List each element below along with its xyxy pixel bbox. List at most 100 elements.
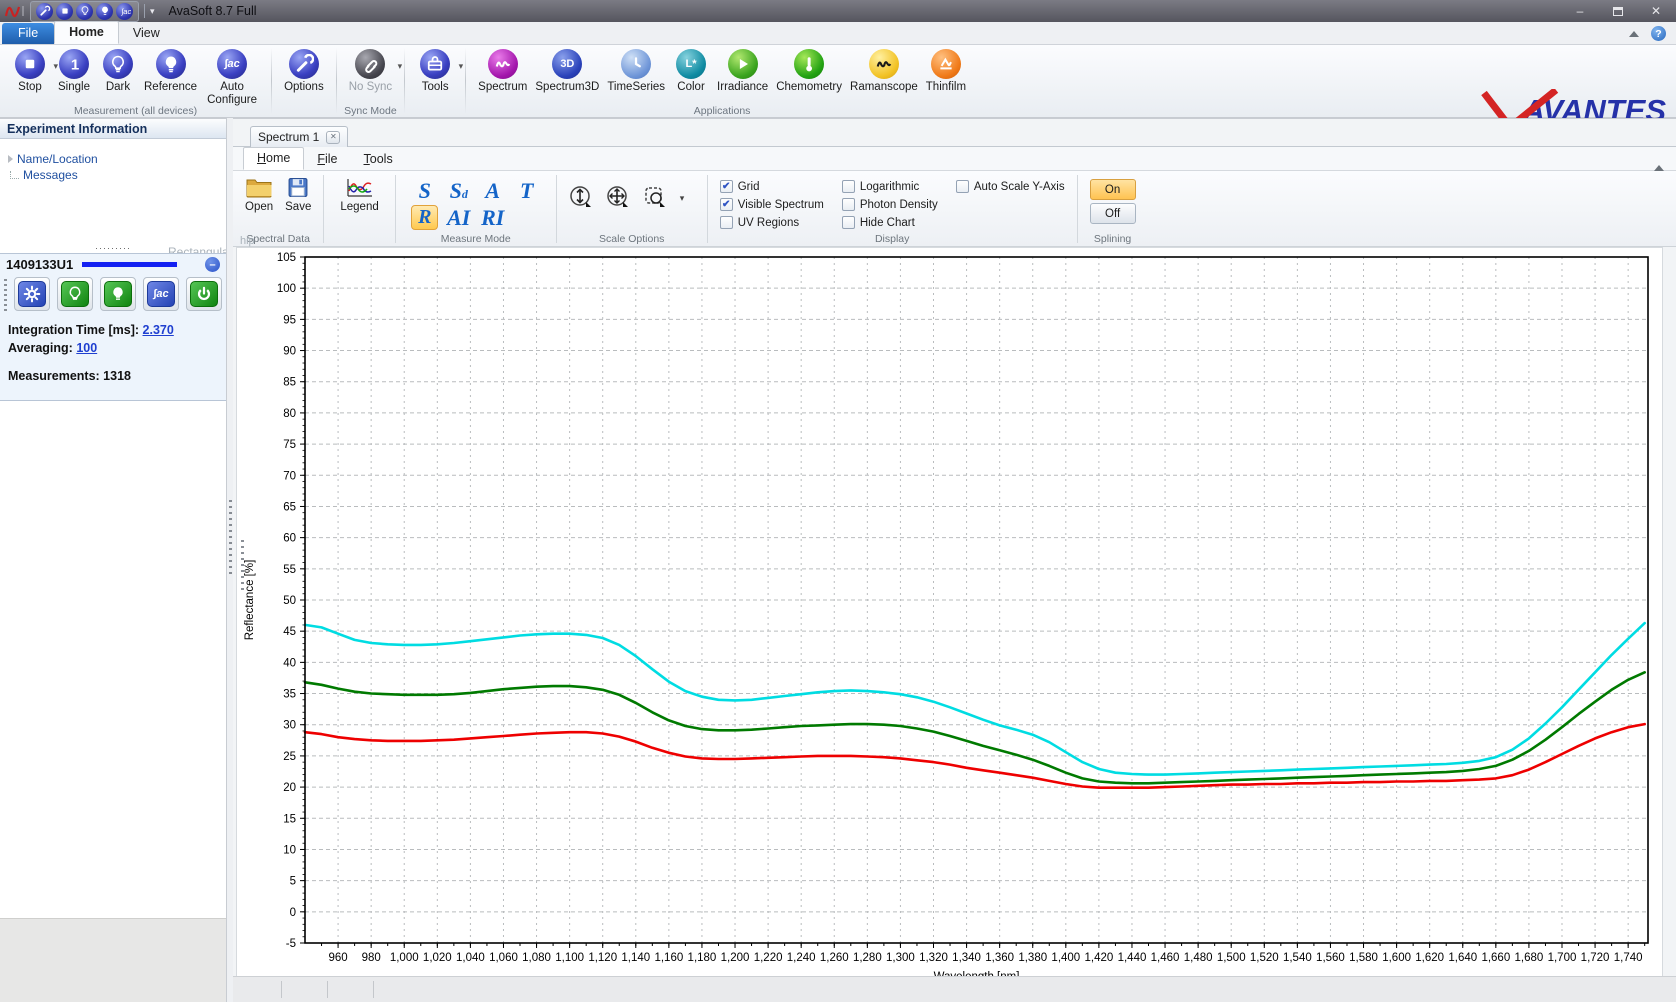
integration-time-value[interactable]: 2.370 (143, 323, 174, 337)
spectrum-button[interactable]: Spectrum (474, 48, 531, 95)
device-toolbar-grip[interactable] (4, 279, 7, 313)
tab-file[interactable]: File (2, 23, 54, 44)
stop-icon[interactable] (56, 3, 73, 20)
single-button[interactable]: 1 Single (52, 48, 96, 95)
checkbox-box[interactable] (842, 216, 855, 229)
collapse-toolbar-icon[interactable] (1654, 151, 1664, 171)
auto-configure-button[interactable]: ∫ac Auto Configure (201, 48, 263, 108)
splining-off-button[interactable]: Off (1090, 203, 1136, 224)
display-checkbox-column-1: ✔Grid ✔Visible Spectrum UV Regions (720, 180, 824, 229)
svg-text:1,360: 1,360 (985, 952, 1014, 964)
zoom-vertical-icon[interactable] (569, 185, 593, 212)
checkbox-box[interactable] (842, 180, 855, 193)
dark-button[interactable]: Dark (96, 48, 140, 95)
chemometry-button[interactable]: Chemometry (772, 48, 846, 95)
options-button[interactable]: Options (280, 48, 328, 95)
svg-text:1: 1 (71, 57, 79, 74)
measure-mode-s[interactable]: S (416, 180, 434, 202)
device-reference-button[interactable] (100, 277, 136, 311)
doc-tab-tools[interactable]: Tools (351, 149, 406, 170)
svg-text:45: 45 (283, 626, 296, 638)
thinfilm-button[interactable]: Thinfilm (922, 48, 970, 95)
svg-text:70: 70 (283, 470, 296, 482)
dark-bulb-icon[interactable] (76, 3, 93, 20)
tree-item-name-location[interactable]: Name/Location (6, 151, 220, 167)
group-label-measurement: Measurement (all devices) (0, 105, 271, 117)
close-tab-icon[interactable]: ✕ (326, 131, 340, 144)
checkbox-label: Hide Chart (860, 217, 915, 229)
tab-home[interactable]: Home (54, 21, 119, 44)
zoom-region-icon[interactable] (643, 185, 667, 212)
wrench-icon[interactable] (36, 3, 53, 20)
legend-button[interactable]: Legend (340, 177, 378, 213)
tools-button[interactable]: Tools ▾ (413, 48, 457, 95)
checkbox-box[interactable] (842, 198, 855, 211)
zoom-all-directions-icon[interactable] (606, 185, 630, 212)
device-auto-configure-button[interactable]: ∫ac (143, 277, 179, 311)
no-sync-button[interactable]: No Sync ▾ (345, 48, 396, 95)
color-button[interactable]: L* Color (669, 48, 713, 95)
tab-view[interactable]: View (119, 23, 174, 44)
device-power-button[interactable] (186, 277, 222, 311)
scale-dropdown-icon[interactable]: ▾ (680, 193, 685, 204)
checkbox-box[interactable]: ✔ (720, 180, 733, 193)
collapse-device-panel-button[interactable]: – (205, 257, 220, 272)
ramanscope-button[interactable]: Ramanscope (846, 48, 922, 95)
chemometry-label: Chemometry (776, 81, 842, 94)
measure-mode-ai[interactable]: AI (444, 207, 473, 229)
svg-text:1,380: 1,380 (1018, 952, 1047, 964)
measure-mode-a[interactable]: A (482, 180, 503, 202)
spectrum3d-button[interactable]: 3D Spectrum3D (531, 48, 603, 95)
device-dark-button[interactable] (57, 277, 93, 311)
checkbox-grid[interactable]: ✔Grid (720, 180, 824, 193)
tree-item-messages[interactable]: Messages (6, 167, 220, 183)
tools-dropdown-icon[interactable]: ▾ (459, 61, 464, 71)
checkbox-photon-density[interactable]: Photon Density (842, 198, 938, 211)
sync-dropdown-icon[interactable]: ▾ (398, 61, 403, 71)
auto-configure-icon[interactable]: ∫ac (116, 3, 133, 20)
device-settings-button[interactable] (14, 277, 50, 311)
chart-splitter-grip[interactable] (241, 540, 244, 592)
help-icon[interactable]: ? (1651, 26, 1666, 41)
open-button[interactable]: Open (245, 177, 273, 213)
spectrum-chart[interactable]: 9609801,0001,0201,0401,0601,0801,1001,12… (237, 248, 1662, 976)
checkbox-logarithmic[interactable]: Logarithmic (842, 180, 938, 193)
close-button[interactable]: ✕ (1640, 2, 1672, 20)
tree-expander-icon[interactable] (8, 155, 13, 163)
checkbox-box[interactable]: ✔ (720, 198, 733, 211)
timeseries-button[interactable]: TimeSeries (603, 48, 669, 95)
irradiance-button[interactable]: Irradiance (713, 48, 772, 95)
divider (373, 981, 374, 998)
qat-dropdown-icon[interactable]: ▾ (150, 6, 155, 17)
checkbox-auto-scale-y-axis[interactable]: Auto Scale Y-Axis (956, 180, 1065, 193)
save-button[interactable]: Save (285, 177, 311, 213)
measure-mode-t[interactable]: T (517, 180, 536, 202)
measure-mode-r[interactable]: R (411, 205, 438, 230)
stop-button[interactable]: Stop ▾ (8, 48, 52, 95)
collapse-ribbon-icon[interactable] (1629, 31, 1639, 37)
reference-button[interactable]: Reference (140, 48, 201, 95)
reference-bulb-icon[interactable] (96, 3, 113, 20)
panel-splitter-grip[interactable]: ········· (0, 246, 226, 251)
doc-tab-file[interactable]: File (304, 149, 350, 170)
checkbox-uv-regions[interactable]: UV Regions (720, 216, 824, 229)
maximize-button[interactable] (1602, 2, 1634, 20)
measure-mode-ri[interactable]: RI (478, 207, 507, 229)
checkbox-visible-spectrum[interactable]: ✔Visible Spectrum (720, 198, 824, 211)
splining-on-button[interactable]: On (1090, 179, 1136, 200)
svg-text:1,620: 1,620 (1415, 952, 1444, 964)
svg-text:1,320: 1,320 (919, 952, 948, 964)
group-label-splining: Splining (1078, 233, 1148, 245)
splitter-grip[interactable] (229, 500, 232, 576)
doc-tab-home[interactable]: Home (243, 147, 304, 170)
minimize-button[interactable]: – (1564, 2, 1596, 20)
checkbox-hide-chart[interactable]: Hide Chart (842, 216, 938, 229)
svg-text:65: 65 (283, 501, 296, 513)
averaging-value[interactable]: 100 (76, 341, 97, 355)
reference-label: Reference (144, 81, 197, 94)
checkbox-box[interactable] (720, 216, 733, 229)
svg-text:1,400: 1,400 (1051, 952, 1080, 964)
measure-mode-sd[interactable]: Sd (447, 180, 471, 202)
checkbox-box[interactable] (956, 180, 969, 193)
tab-spectrum-1[interactable]: Spectrum 1 ✕ (250, 126, 348, 147)
